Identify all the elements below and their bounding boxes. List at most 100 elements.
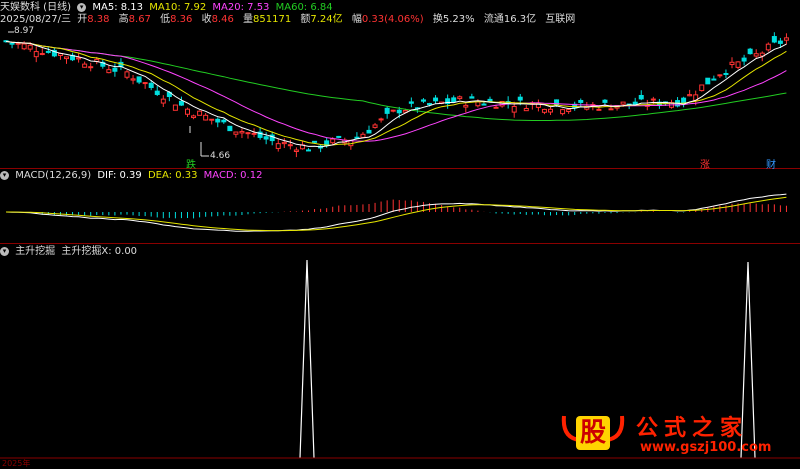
candle-body[interactable] (197, 110, 203, 116)
candle-body[interactable] (433, 97, 439, 102)
candle-body[interactable] (638, 94, 644, 100)
candle-body[interactable] (723, 72, 729, 75)
candle-body[interactable] (687, 94, 693, 97)
candle-body[interactable] (354, 136, 360, 139)
candle-body[interactable] (729, 61, 735, 66)
candle-body[interactable] (475, 101, 481, 107)
indicator-settings-icon[interactable]: ▾ (0, 246, 9, 256)
candle-body[interactable] (221, 119, 227, 123)
candle-body[interactable] (366, 129, 372, 134)
indicator-title[interactable]: 主升挖掘 (15, 246, 55, 257)
candle-body[interactable] (209, 118, 215, 121)
candle-body[interactable] (783, 37, 789, 41)
candle-body[interactable] (620, 101, 626, 105)
candle-body[interactable] (275, 143, 281, 149)
candle-body[interactable] (753, 53, 759, 57)
candle-body[interactable] (178, 100, 184, 106)
candle-body[interactable] (451, 97, 457, 103)
candle-body[interactable] (705, 77, 711, 85)
candle-body[interactable] (293, 149, 299, 153)
candle-body[interactable] (227, 125, 233, 132)
candle-body[interactable] (360, 133, 366, 138)
candle-body[interactable] (330, 138, 336, 144)
candle-body[interactable] (463, 104, 469, 108)
chart-canvas[interactable] (0, 0, 800, 466)
fall-marker[interactable]: 跌 (186, 156, 196, 171)
candle-body[interactable] (735, 61, 741, 68)
candle-body[interactable] (771, 36, 777, 43)
candle-body[interactable] (136, 76, 142, 83)
macd-settings-icon[interactable]: ▾ (0, 170, 9, 180)
candle-body[interactable] (233, 131, 239, 135)
candle-body[interactable] (548, 108, 553, 113)
candle-body[interactable] (517, 96, 523, 101)
candle-body[interactable] (578, 99, 584, 103)
candle-body[interactable] (215, 118, 221, 123)
candle-body[interactable] (560, 109, 566, 115)
candle-body[interactable] (384, 107, 390, 114)
candle-body[interactable] (602, 99, 608, 103)
candle-body[interactable] (160, 98, 166, 104)
candle-body[interactable] (154, 90, 160, 95)
candle-body[interactable] (27, 44, 33, 50)
candle-body[interactable] (39, 53, 45, 56)
rise-marker[interactable]: 涨 (700, 156, 710, 171)
candle-body[interactable] (408, 101, 414, 104)
candle-body[interactable] (130, 78, 136, 81)
candle-body[interactable] (390, 109, 396, 112)
candle-body[interactable] (765, 43, 771, 51)
candle-body[interactable] (124, 71, 130, 78)
candle-body[interactable] (711, 78, 717, 81)
candle-body[interactable] (541, 108, 547, 113)
candle-body[interactable] (239, 131, 245, 134)
candle-body[interactable] (336, 135, 342, 138)
candle-body[interactable] (112, 67, 118, 72)
candle-body[interactable] (142, 82, 148, 85)
candle-body[interactable] (741, 57, 747, 62)
candle-body[interactable] (511, 105, 517, 113)
candle-body[interactable] (33, 51, 39, 58)
pane-divider-2[interactable] (0, 243, 800, 244)
candle-body[interactable] (64, 56, 69, 60)
candle-body[interactable] (699, 84, 705, 92)
candle-body[interactable] (396, 109, 402, 114)
candle-body[interactable] (148, 82, 154, 89)
candle-body[interactable] (45, 50, 51, 53)
candle-body[interactable] (420, 99, 426, 102)
candle-body[interactable] (82, 63, 88, 68)
candle-body[interactable] (9, 42, 15, 45)
candle-body[interactable] (777, 40, 783, 44)
macd-title[interactable]: MACD(12,26,9) (15, 170, 91, 181)
candle-body[interactable] (747, 48, 753, 55)
candle-body[interactable] (717, 74, 723, 77)
candle-body[interactable] (245, 132, 251, 135)
candle-body[interactable] (596, 108, 602, 111)
candle-body[interactable] (185, 108, 190, 115)
candle-body[interactable] (251, 132, 257, 135)
candle-body[interactable] (106, 69, 112, 74)
candle-body[interactable] (481, 103, 487, 106)
candle-body[interactable] (487, 98, 493, 102)
candle-body[interactable] (191, 115, 197, 119)
candle-body[interactable] (427, 103, 432, 106)
candle-body[interactable] (372, 124, 378, 128)
candle-body[interactable] (493, 106, 499, 109)
candle-body[interactable] (566, 109, 572, 113)
candle-body[interactable] (650, 98, 656, 101)
candle-body[interactable] (76, 57, 82, 60)
candle-body[interactable] (608, 108, 614, 111)
candle-body[interactable] (281, 141, 287, 145)
candle-body[interactable] (681, 97, 687, 104)
candle-body[interactable] (263, 136, 269, 140)
candle-body[interactable] (203, 114, 209, 121)
candle-body[interactable] (172, 104, 178, 111)
candle-body[interactable] (469, 96, 475, 99)
candle-body[interactable] (21, 43, 27, 50)
candle-body[interactable] (457, 96, 463, 100)
candle-body[interactable] (15, 42, 21, 45)
candle-body[interactable] (523, 108, 529, 112)
candle-body[interactable] (378, 118, 384, 121)
candle-body[interactable] (312, 140, 318, 143)
candle-body[interactable] (88, 66, 94, 69)
candle-body[interactable] (306, 149, 311, 152)
